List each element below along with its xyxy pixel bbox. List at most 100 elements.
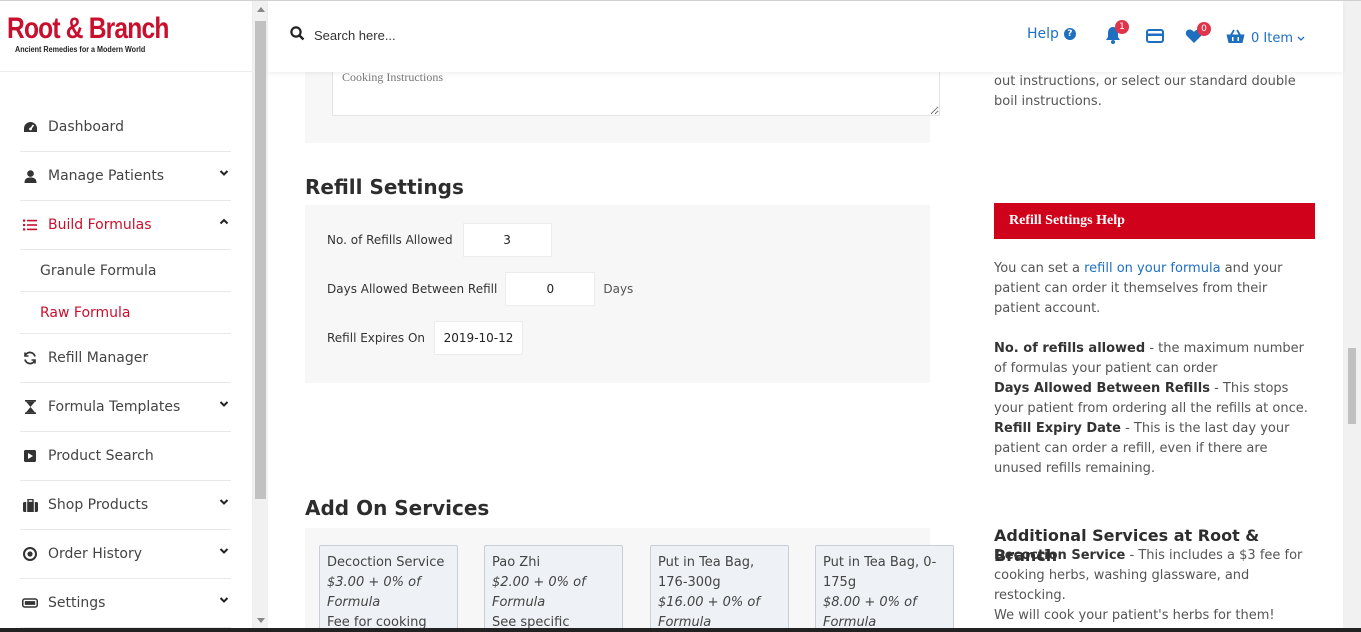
scrollbar-thumb[interactable] [1348, 348, 1356, 424]
sidebar-item-label: Dashboard [48, 119, 124, 135]
search-input[interactable] [314, 23, 574, 47]
credit-card-icon [1146, 29, 1164, 43]
scroll-up-arrow-icon[interactable] [257, 7, 265, 12]
sidebar-item-label: Manage Patients [48, 168, 165, 184]
sidebar-item-order-history[interactable]: Order History [20, 530, 231, 579]
help-term: No. of refills allowed [994, 341, 1146, 356]
refill-expires-label: Refill Expires On [327, 331, 426, 345]
chevron-up-icon[interactable] [219, 217, 229, 227]
taskbar-edge [0, 628, 1361, 632]
question-circle-icon: ? [1063, 28, 1076, 40]
basket-icon [1226, 29, 1245, 43]
additional-services-text: Decoction Service - This includes a $3 f… [994, 546, 1315, 626]
service-card-pao-zhi[interactable]: Pao Zhi $2.00 + 0% of Formula See specif… [484, 545, 623, 632]
days-between-refill-row: Days Allowed Between Refill 0 Days [327, 272, 633, 306]
sidebar-subitem-raw-formula[interactable]: Raw Formula [20, 292, 231, 334]
service-name: Decoction Service [327, 555, 445, 570]
cart-dropdown[interactable]: 0 Item [1251, 31, 1305, 46]
main-content: Refill Settings No. of Refills Allowed 3… [268, 1, 1326, 632]
refill-expires-date-input[interactable]: 2019-10-12 [434, 321, 524, 355]
brand-tagline: Ancient Remedies for a Modern World [15, 45, 146, 54]
play-square-icon [22, 448, 38, 464]
sidebar-item-refill-manager[interactable]: Refill Manager [20, 334, 231, 383]
service-name: Put in Tea Bag, 176-300g [658, 555, 755, 590]
refill-settings-title: Refill Settings [305, 175, 464, 199]
toggle-icon [22, 595, 38, 611]
sidebar-item-label: Order History [48, 546, 143, 562]
refills-allowed-input[interactable]: 3 [462, 223, 552, 257]
days-between-refill-value: 0 [546, 282, 555, 296]
sidebar-scrollbar[interactable] [253, 1, 268, 632]
notifications-button[interactable]: 1 [1105, 20, 1129, 48]
days-between-refill-input[interactable]: 0 [505, 272, 596, 306]
cooking-help-text: out instructions, or select our standard… [994, 74, 1296, 109]
scroll-down-arrow-icon[interactable] [257, 618, 265, 623]
sidebar-item-label: Shop Products [48, 497, 149, 513]
top-header: Help ? 1 0 0 Item [268, 1, 1343, 72]
brand-name: Root & Branch [7, 12, 169, 45]
refills-allowed-row: No. of Refills Allowed 3 [327, 223, 552, 257]
chevron-down-icon[interactable] [219, 497, 229, 507]
sidebar-subitem-granule-formula[interactable]: Granule Formula [20, 250, 231, 292]
chevron-down-icon[interactable] [219, 595, 229, 605]
circle-icon [22, 546, 38, 562]
chevron-down-icon [1297, 36, 1305, 41]
help-link[interactable]: Help ? [1027, 26, 1076, 42]
help-term: Refill Expiry Date [994, 421, 1121, 436]
sidebar: Root & Branch Ancient Remedies for a Mod… [0, 1, 253, 632]
add-on-services-panel: Decoction Service $3.00 + 0% of Formula … [305, 528, 954, 632]
sidebar-item-dashboard[interactable]: Dashboard [20, 103, 231, 152]
search-icon[interactable] [290, 26, 305, 41]
days-between-refill-label: Days Allowed Between Refill [327, 282, 498, 296]
sidebar-item-label: Settings [48, 595, 106, 611]
cart-button[interactable] [1226, 29, 1245, 48]
favorites-button[interactable]: 0 [1185, 22, 1211, 48]
refill-settings-panel: No. of Refills Allowed 3 Days Allowed Be… [305, 205, 930, 383]
refill-help-header: Refill Settings Help [994, 203, 1315, 239]
sidebar-item-shop-products[interactable]: Shop Products [20, 481, 231, 530]
sidebar-item-manage-patients[interactable]: Manage Patients [20, 152, 231, 201]
refresh-icon [22, 350, 38, 366]
sidebar-subitem-label: Granule Formula [40, 262, 157, 279]
service-price: $2.00 + 0% of Formula [492, 575, 586, 610]
chevron-down-icon[interactable] [219, 399, 229, 409]
sidebar-item-label: Refill Manager [48, 350, 149, 366]
help-term: Days Allowed Between Refills [994, 381, 1210, 396]
refills-allowed-value: 3 [503, 233, 511, 247]
service-price: $16.00 + 0% of Formula [658, 595, 760, 630]
billing-button[interactable] [1146, 28, 1164, 47]
sidebar-item-formula-templates[interactable]: Formula Templates [20, 383, 231, 432]
service-name: Put in Tea Bag, 0-175g [823, 555, 937, 590]
service-price: $8.00 + 0% of Formula [823, 595, 917, 630]
chevron-down-icon[interactable] [219, 168, 229, 178]
refill-expires-row: Refill Expires On 2019-10-12 [327, 321, 524, 355]
brand-logo[interactable]: Root & Branch Ancient Remedies for a Mod… [7, 12, 204, 55]
sidebar-item-product-search[interactable]: Product Search [20, 432, 231, 481]
service-name: Pao Zhi [492, 555, 541, 570]
sidebar-item-build-formulas[interactable]: Build Formulas [20, 201, 231, 250]
help-text: We will cook your patient's herbs for th… [994, 608, 1275, 623]
logo-divider [0, 71, 253, 72]
sidebar-item-label: Formula Templates [48, 399, 181, 415]
service-card-tea-bag-large[interactable]: Put in Tea Bag, 176-300g $16.00 + 0% of … [650, 545, 789, 632]
chevron-down-icon[interactable] [219, 546, 229, 556]
scrollbar-thumb[interactable] [255, 21, 266, 499]
refill-formula-link[interactable]: refill on your formula [1084, 261, 1220, 276]
sidebar-item-label: Build Formulas [48, 217, 152, 233]
service-card-decoction[interactable]: Decoction Service $3.00 + 0% of Formula … [319, 545, 458, 632]
help-label: Help [1027, 26, 1059, 42]
cart-label: 0 Item [1251, 31, 1293, 46]
dashboard-icon [22, 119, 38, 135]
sidebar-item-settings[interactable]: Settings [20, 579, 231, 628]
user-icon [22, 168, 38, 184]
refills-allowed-label: No. of Refills Allowed [327, 233, 453, 247]
hourglass-icon [22, 399, 38, 415]
add-on-services-title: Add On Services [305, 496, 490, 520]
service-card-tea-bag-small[interactable]: Put in Tea Bag, 0-175g $8.00 + 0% of For… [815, 545, 954, 632]
page: Root & Branch Ancient Remedies for a Mod… [0, 0, 1361, 632]
briefcase-icon [22, 497, 38, 513]
main-scrollbar[interactable] [1343, 1, 1361, 632]
sidebar-item-label: Product Search [48, 448, 154, 464]
favorites-badge: 0 [1197, 22, 1211, 36]
refill-help-intro: You can set a refill on your formula and… [994, 259, 1315, 319]
